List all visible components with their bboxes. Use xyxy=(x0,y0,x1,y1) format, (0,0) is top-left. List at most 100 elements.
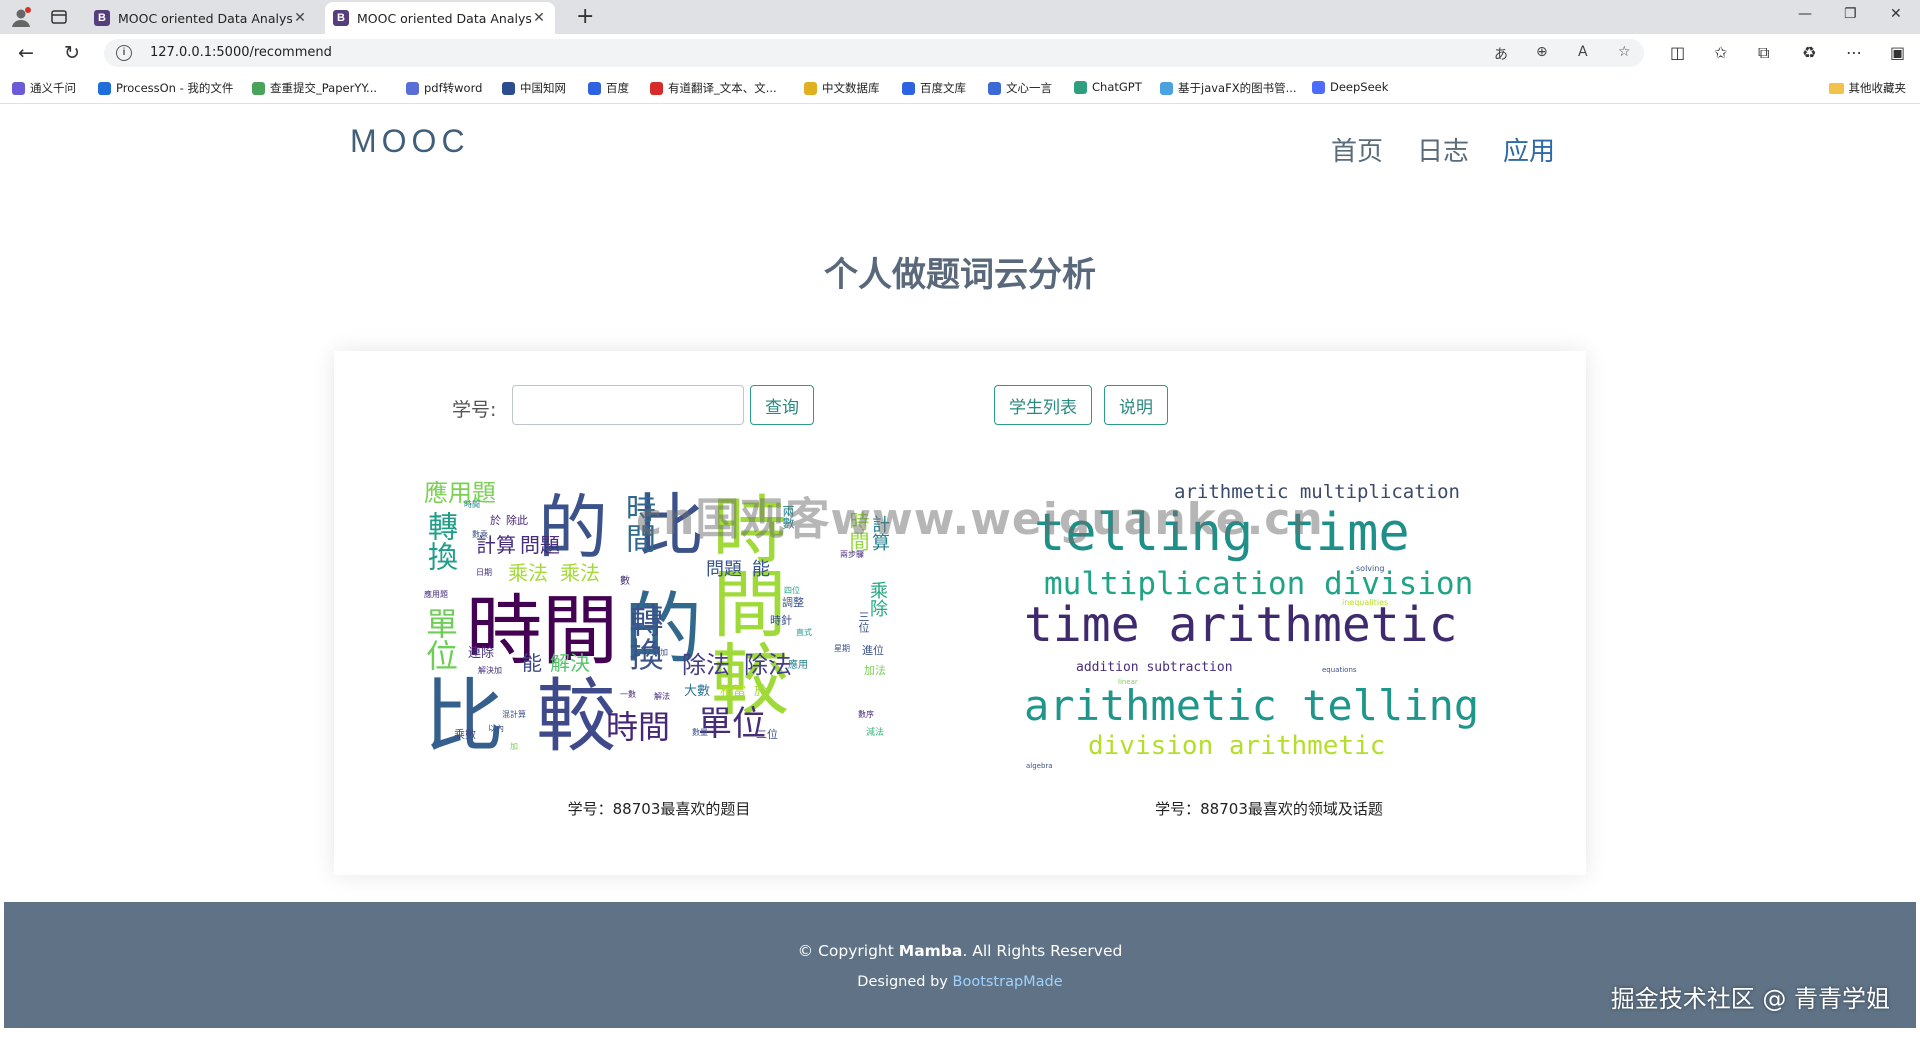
bootstrap-favicon-icon: B xyxy=(94,10,110,26)
profile-icon[interactable] xyxy=(10,6,32,28)
sidebar-toggle-icon[interactable]: ▣ xyxy=(1890,43,1905,62)
wordcloud-word: 能 xyxy=(522,651,542,675)
close-tab-icon[interactable]: ✕ xyxy=(292,10,308,26)
student-id-input[interactable] xyxy=(512,385,744,425)
bookmark-favicon-icon xyxy=(252,81,265,95)
bookmark-item[interactable]: ProcessOn - 我的文件 xyxy=(98,80,233,96)
wordcloud-word: equations xyxy=(1322,666,1357,674)
bookmark-item[interactable]: 基于javaFX的图书管... xyxy=(1160,80,1297,96)
split-screen-icon[interactable]: ◫ xyxy=(1670,43,1685,62)
bookmark-item[interactable]: ChatGPT xyxy=(1074,80,1142,94)
tab-title: MOOC oriented Data Analysis Sys xyxy=(118,10,292,26)
bookmark-favicon-icon xyxy=(406,81,419,95)
bookmark-item[interactable]: 百度文库 xyxy=(902,80,966,96)
wordcloud-word: 直式 xyxy=(796,628,812,637)
wordcloud-word: 除法 xyxy=(744,651,792,679)
tab-actions-icon[interactable] xyxy=(50,8,68,26)
help-button[interactable]: 说明 xyxy=(1104,385,1168,425)
wordcloud-word: 問題 xyxy=(706,559,742,580)
other-bookmarks-folder[interactable]: 其他收藏夹 xyxy=(1828,80,1906,96)
wordcloud-word: 數量 xyxy=(692,728,708,737)
bootstrap-favicon-icon: B xyxy=(333,10,349,26)
bootstrapmade-link[interactable]: BootstrapMade xyxy=(953,974,1063,990)
wordcloud-word: solving xyxy=(1356,564,1385,573)
browser-tab-bar: B MOOC oriented Data Analysis Sys ✕ B MO… xyxy=(0,0,1920,34)
bookmark-favicon-icon xyxy=(988,81,1001,95)
credit-watermark: 掘金技术社区 @ 青青学姐 xyxy=(1610,985,1890,1013)
nav-apps[interactable]: 应用 xyxy=(1503,131,1555,168)
wordcloud-word: 解決 xyxy=(550,651,590,675)
student-list-button[interactable]: 学生列表 xyxy=(994,385,1092,425)
favorite-star-icon[interactable]: ☆ xyxy=(1618,44,1631,60)
close-tab-icon[interactable]: ✕ xyxy=(531,10,547,26)
watermark-text: cn国观客www.weiguanke.cn xyxy=(636,494,1324,545)
bookmark-item[interactable]: 有道翻译_文本、文... xyxy=(650,80,777,96)
wordcloud-word: 轉換 xyxy=(424,511,457,571)
nav-log[interactable]: 日志 xyxy=(1417,131,1469,168)
browser-tab-2-active[interactable]: B MOOC oriented Data Analysis Sys ✕ xyxy=(325,2,555,34)
bookmark-item[interactable]: 百度 xyxy=(588,80,629,96)
wordcloud-word: 較 xyxy=(536,670,616,763)
wordcloud-word: 時間 xyxy=(464,500,480,509)
wordcloud-word: 轉換 xyxy=(623,603,663,671)
bookmark-item[interactable]: 中文数据库 xyxy=(804,80,880,96)
wordcloud-word: 三位 xyxy=(857,611,870,633)
zoom-icon[interactable]: ⊕ xyxy=(1536,44,1548,60)
collections-icon[interactable]: ⧉ xyxy=(1758,43,1769,63)
wordcloud-word: 比 xyxy=(424,670,504,763)
page-content: MOOC 首页 日志 应用 个人做题词云分析 学号: 查询 学生列表 说明 比 … xyxy=(0,105,1920,1040)
bookmark-favicon-icon xyxy=(12,81,25,95)
wordcloud-word: 應用題 xyxy=(424,481,496,507)
folder-icon xyxy=(1828,82,1844,94)
wordcloud-word: 能 xyxy=(752,559,770,580)
new-tab-button[interactable]: + xyxy=(576,6,594,28)
query-button[interactable]: 查询 xyxy=(750,385,814,425)
wordcloud-word: 數 xyxy=(620,576,630,587)
student-id-label: 学号: xyxy=(452,399,497,421)
favorites-icon[interactable]: ✩ xyxy=(1714,43,1727,62)
bookmark-item[interactable]: pdf转word xyxy=(406,80,482,96)
wordcloud-word: 應用 xyxy=(788,660,808,671)
extension-icon[interactable]: ♻ xyxy=(1802,43,1816,62)
bookmark-favicon-icon xyxy=(98,81,111,95)
copyright-brand: Mamba xyxy=(898,942,963,960)
browser-tab-1[interactable]: B MOOC oriented Data Analysis Sys ✕ xyxy=(86,2,316,34)
bookmark-item[interactable]: 文心一言 xyxy=(988,80,1052,96)
bookmark-favicon-icon xyxy=(588,81,601,95)
favorite-topics-caption: 学号：88703最喜欢的领域及话题 xyxy=(1155,800,1383,818)
bookmark-item[interactable]: 查重提交_PaperYY... xyxy=(252,80,377,96)
bookmark-item[interactable]: DeepSeek xyxy=(1312,80,1388,94)
wordcloud-word: 大數 xyxy=(684,684,711,699)
close-window-icon[interactable]: ✕ xyxy=(1890,6,1902,22)
site-info-icon[interactable]: i xyxy=(116,45,132,61)
bookmark-favicon-icon xyxy=(1074,80,1087,94)
more-menu-icon[interactable]: ⋯ xyxy=(1846,43,1862,62)
address-bar[interactable]: i 127.0.0.1:5000/recommend あ ⊕ A ☆ xyxy=(104,39,1644,67)
address-toolbar: ← ↻ i 127.0.0.1:5000/recommend あ ⊕ A ☆ ◫… xyxy=(0,34,1920,72)
minimize-icon[interactable]: — xyxy=(1798,6,1812,22)
wordcloud-word: 時針 xyxy=(770,614,792,627)
wordcloud-word: 以內 xyxy=(488,724,504,733)
page-title: 个人做题词云分析 xyxy=(824,255,1096,295)
favorite-questions-caption: 学号：88703最喜欢的题目 xyxy=(567,800,751,818)
wordcloud-word: inequalities xyxy=(1342,598,1389,607)
wordcloud-word: 兩步驟 xyxy=(840,550,864,559)
restore-icon[interactable]: ❐ xyxy=(1844,6,1857,22)
wordcloud-word: 除此 xyxy=(506,514,528,527)
nav-home[interactable]: 首页 xyxy=(1331,131,1383,168)
wordcloud-word: linear xyxy=(1118,678,1138,686)
back-icon[interactable]: ← xyxy=(16,43,36,63)
translate-icon[interactable]: あ xyxy=(1494,44,1508,64)
reload-icon[interactable]: ↻ xyxy=(62,43,82,63)
url-text[interactable]: 127.0.0.1:5000/recommend xyxy=(150,45,332,60)
wordcloud-word: 調整 xyxy=(782,596,804,609)
wordcloud-word: 加法 xyxy=(864,664,886,677)
site-logo[interactable]: MOOC xyxy=(350,123,470,160)
wordcloud-word: 單位 xyxy=(424,607,459,671)
bookmark-favicon-icon xyxy=(502,81,515,95)
bookmark-item[interactable]: 中国知网 xyxy=(502,80,566,96)
read-aloud-icon[interactable]: A xyxy=(1578,44,1588,60)
wordcloud-word: 乘法 xyxy=(508,561,548,585)
wordcloud-word: 數乘 xyxy=(472,530,488,539)
bookmark-item[interactable]: 通义千问 xyxy=(12,80,76,96)
